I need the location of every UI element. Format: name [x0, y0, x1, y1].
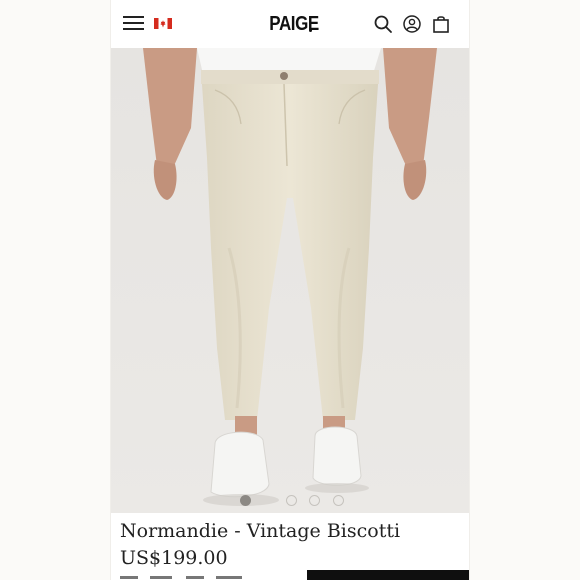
gallery-dot-1[interactable] [240, 495, 251, 506]
add-to-bag-button[interactable] [307, 570, 469, 580]
product-title: Normandie - Vintage Biscotti [120, 520, 401, 542]
color-swatch-row [120, 576, 300, 580]
product-photo [111, 48, 469, 513]
account-icon[interactable] [402, 14, 422, 34]
search-icon[interactable] [373, 14, 393, 34]
gallery-dot-4[interactable] [333, 495, 344, 506]
shopping-bag-icon[interactable] [431, 14, 451, 34]
canada-flag-icon[interactable] [154, 18, 172, 29]
brand-logo[interactable]: PAIGE [269, 12, 319, 36]
site-header: PAIGE [111, 0, 469, 49]
gallery-pagination [111, 495, 469, 507]
gallery-dot-2[interactable] [286, 495, 297, 506]
hamburger-menu-icon[interactable] [123, 15, 144, 31]
gallery-dot-3[interactable] [309, 495, 320, 506]
product-price: US$199.00 [120, 547, 228, 569]
product-page: PAIGE Normandie - Vintage Biscotti US$19… [111, 0, 469, 580]
product-image[interactable] [111, 48, 469, 513]
brand-logo-dot [309, 29, 312, 32]
